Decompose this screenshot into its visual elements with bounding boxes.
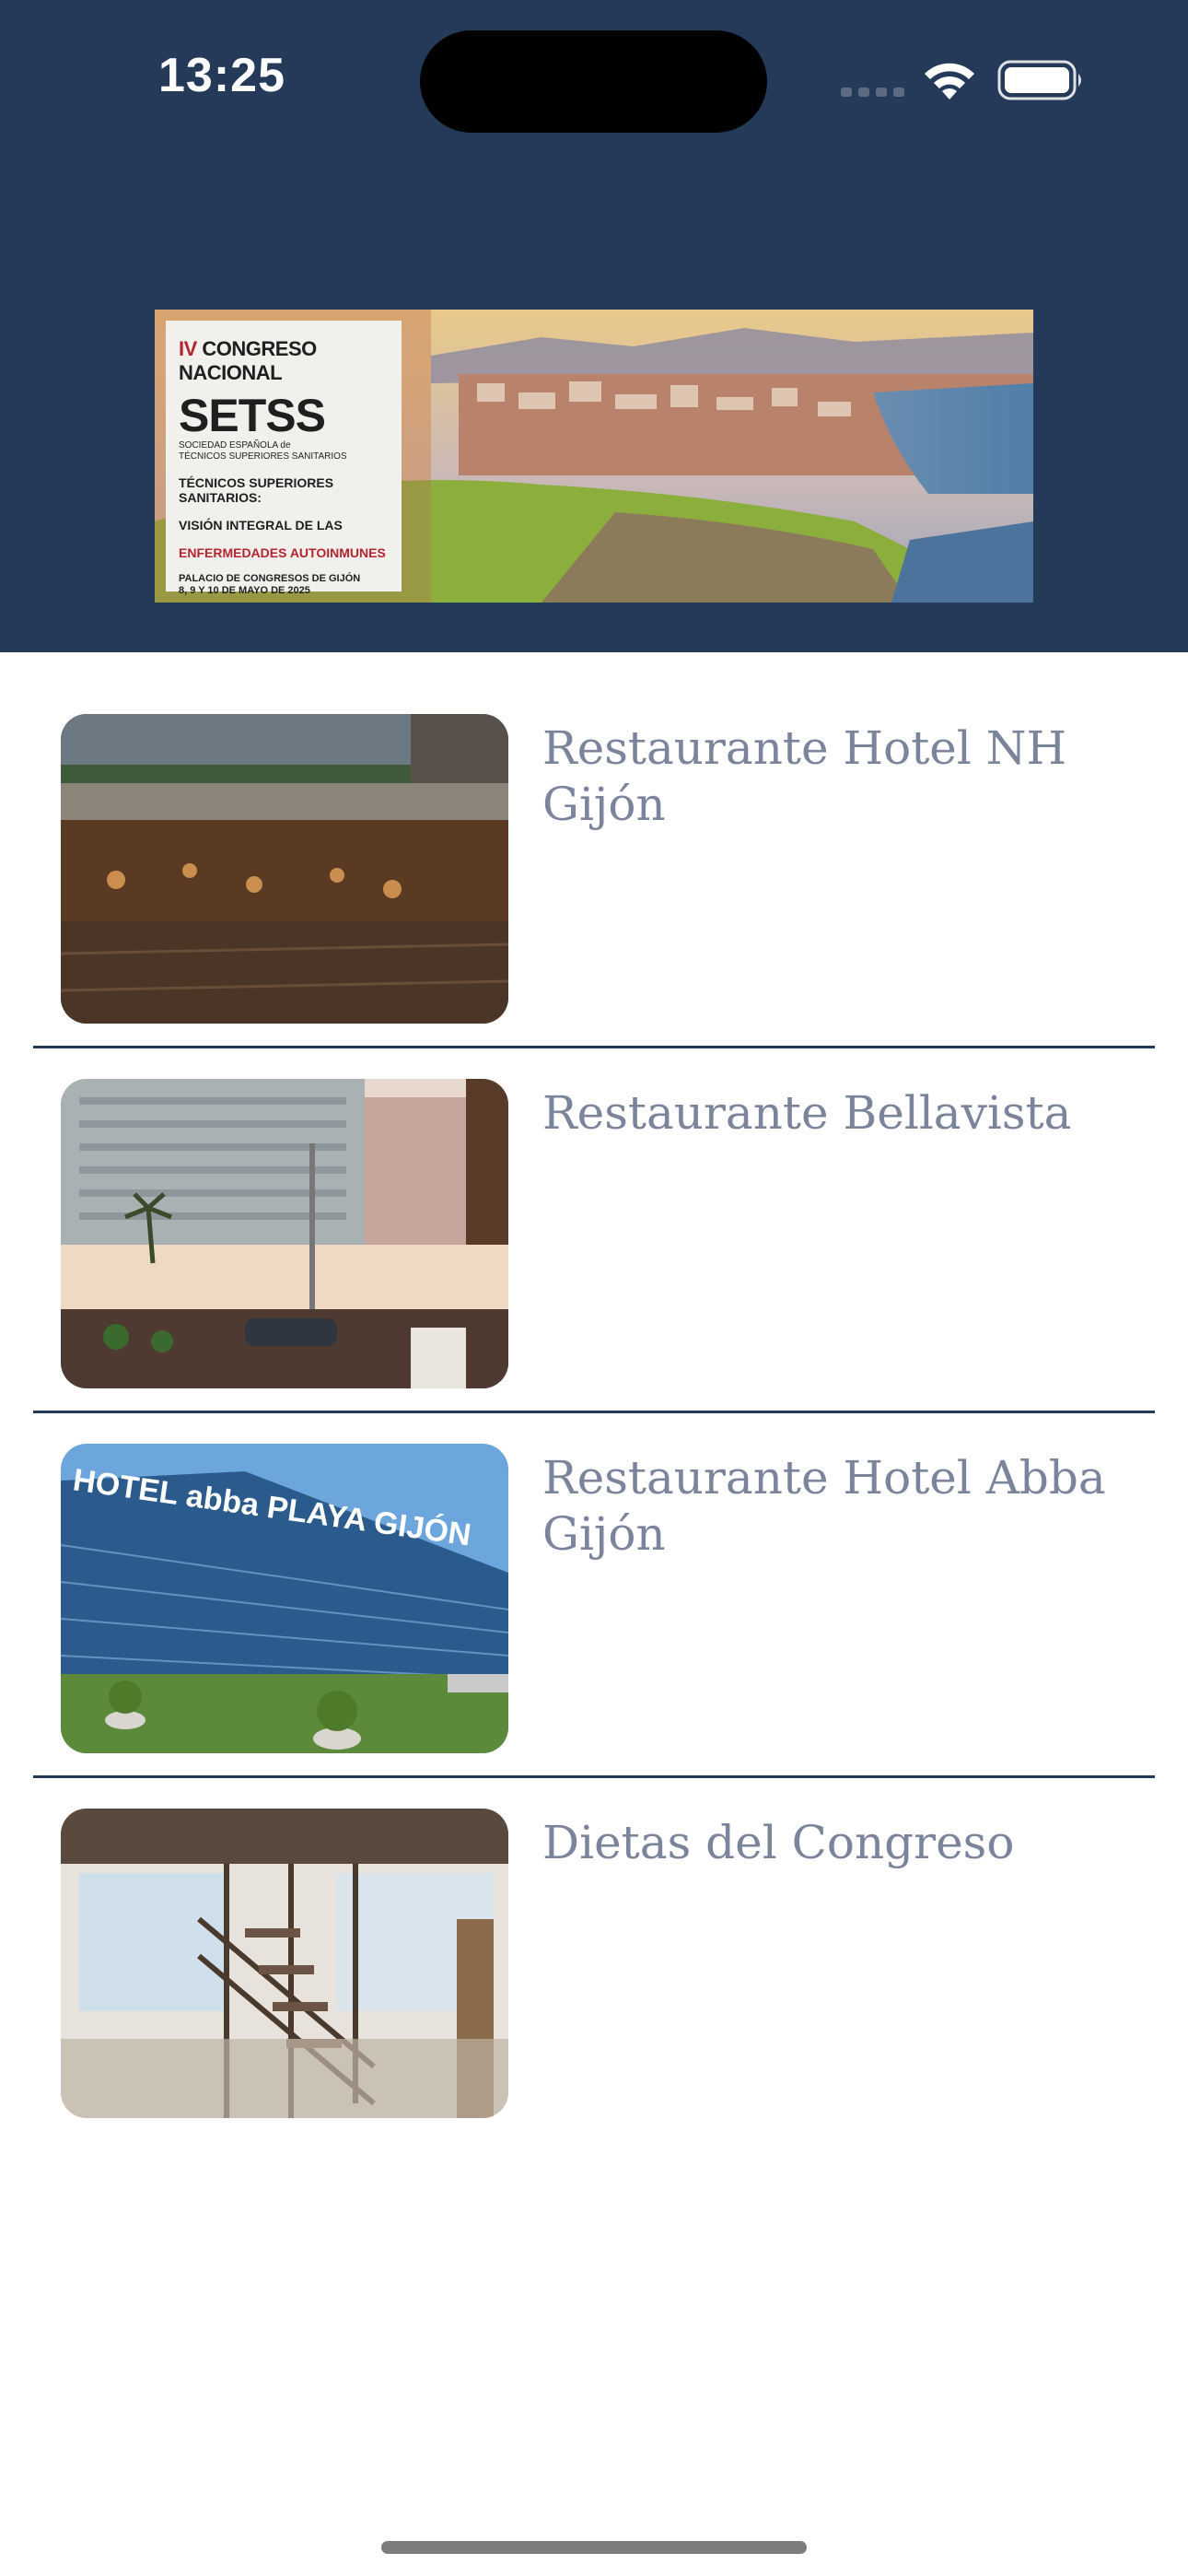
congress-logo-panel: IV CONGRESO NACIONAL SETSS SOCIEDAD ESPA…	[166, 321, 402, 596]
nh-terrace-photo	[61, 714, 508, 1024]
list-item[interactable]: Restaurante Hotel NH Gijón	[33, 693, 1155, 1036]
wifi-icon	[925, 63, 974, 100]
restaurant-title: Restaurante Hotel Abba Gijón	[542, 1451, 1106, 1561]
list-item[interactable]: HOTEL abba PLAYA GIJÓN Restaurante Hotel…	[33, 1423, 1155, 1765]
restaurant-thumbnail	[61, 714, 508, 1024]
restaurant-thumbnail	[61, 1079, 508, 1388]
congress-staircase-photo	[61, 1809, 508, 2118]
app-header: 13:25 IV CONGRESO NACIONAL SETSS SOCIEDA…	[0, 0, 1188, 652]
battery-icon	[997, 60, 1081, 100]
list-item[interactable]: Dietas del Congreso	[33, 1787, 1155, 2130]
society-line-2: TÉCNICOS SUPERIORES SANITARIOS	[179, 451, 347, 462]
abba-hotel-photo: HOTEL abba PLAYA GIJÓN	[61, 1444, 508, 1753]
restaurant-thumbnail: HOTEL abba PLAYA GIJÓN	[61, 1444, 508, 1753]
restaurant-title: Dietas del Congreso	[542, 1816, 1015, 1869]
beach-terrace-photo	[61, 1079, 508, 1388]
dynamic-island	[420, 30, 767, 133]
cellular-signal-icon	[841, 88, 904, 97]
list-divider	[33, 1775, 1155, 1778]
restaurant-thumbnail	[61, 1809, 508, 2118]
congress-name: CONGRESO NACIONAL	[179, 337, 317, 384]
congress-subtitle-3: ENFERMEDADES AUTOINMUNES	[179, 545, 386, 560]
home-indicator[interactable]	[381, 2541, 807, 2554]
congress-venue: PALACIO DE CONGRESOS DE GIJÓN	[179, 573, 361, 584]
society-line-1: SOCIEDAD ESPAÑOLA de	[179, 440, 291, 451]
list-divider	[33, 1046, 1155, 1048]
congress-banner: IV CONGRESO NACIONAL SETSS SOCIEDAD ESPA…	[155, 310, 1033, 603]
list-item[interactable]: Restaurante Bellavista	[33, 1058, 1155, 1400]
restaurant-title: Restaurante Bellavista	[542, 1086, 1072, 1140]
status-time: 13:25	[158, 49, 285, 102]
restaurant-title: Restaurante Hotel NH Gijón	[542, 721, 1067, 831]
congress-subtitle-2: VISIÓN INTEGRAL DE LAS	[179, 518, 343, 533]
congress-edition: IV	[179, 337, 197, 360]
congress-dates: 8, 9 Y 10 DE MAYO DE 2025	[179, 585, 310, 596]
setss-logo: SETSS	[179, 390, 326, 441]
congress-subtitle-1: TÉCNICOS SUPERIORES SANITARIOS:	[179, 475, 334, 505]
list-divider	[33, 1411, 1155, 1413]
